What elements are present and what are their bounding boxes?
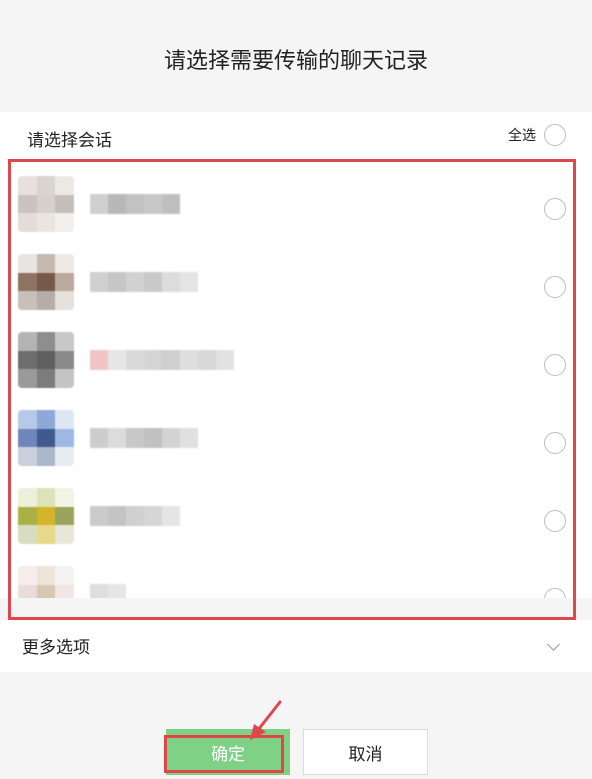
chat-name-redacted	[90, 272, 198, 292]
chat-select-checkbox[interactable]	[544, 198, 566, 220]
chat-name-redacted	[90, 506, 180, 526]
more-options-row[interactable]: 更多选项	[0, 620, 592, 672]
chat-item[interactable]	[0, 168, 592, 246]
chat-name-redacted	[90, 584, 126, 598]
avatar	[18, 332, 74, 388]
chat-select-checkbox[interactable]	[544, 276, 566, 298]
chat-item[interactable]	[0, 480, 592, 558]
avatar	[18, 566, 74, 598]
select-all-checkbox[interactable]	[544, 124, 566, 146]
conversation-section-header: 请选择会话 全选	[0, 112, 592, 162]
chat-item[interactable]	[0, 402, 592, 480]
chevron-down-icon[interactable]	[547, 638, 560, 651]
avatar	[18, 488, 74, 544]
avatar	[18, 254, 74, 310]
chat-name-redacted	[90, 194, 180, 214]
cancel-button[interactable]: 取消	[303, 729, 428, 775]
chat-name-redacted	[90, 428, 198, 448]
chat-item[interactable]	[0, 324, 592, 402]
chat-name-redacted	[90, 350, 234, 370]
select-all-toggle[interactable]: 全选	[508, 124, 566, 146]
select-all-label: 全选	[508, 128, 536, 144]
dialog-title: 请选择需要传输的聊天记录	[0, 0, 592, 112]
chat-select-checkbox[interactable]	[544, 354, 566, 376]
avatar	[18, 410, 74, 466]
avatar	[18, 176, 74, 232]
dialog-footer: 确定 取消	[0, 672, 592, 779]
chat-item[interactable]	[0, 246, 592, 324]
chat-select-checkbox[interactable]	[544, 588, 566, 598]
chat-select-checkbox[interactable]	[544, 432, 566, 454]
conversation-list[interactable]	[0, 162, 592, 598]
chat-item[interactable]	[0, 558, 592, 598]
chat-select-checkbox[interactable]	[544, 510, 566, 532]
select-conversation-label: 请选择会话	[27, 131, 112, 151]
confirm-button[interactable]: 确定	[166, 729, 290, 775]
more-options-label: 更多选项	[22, 638, 90, 658]
